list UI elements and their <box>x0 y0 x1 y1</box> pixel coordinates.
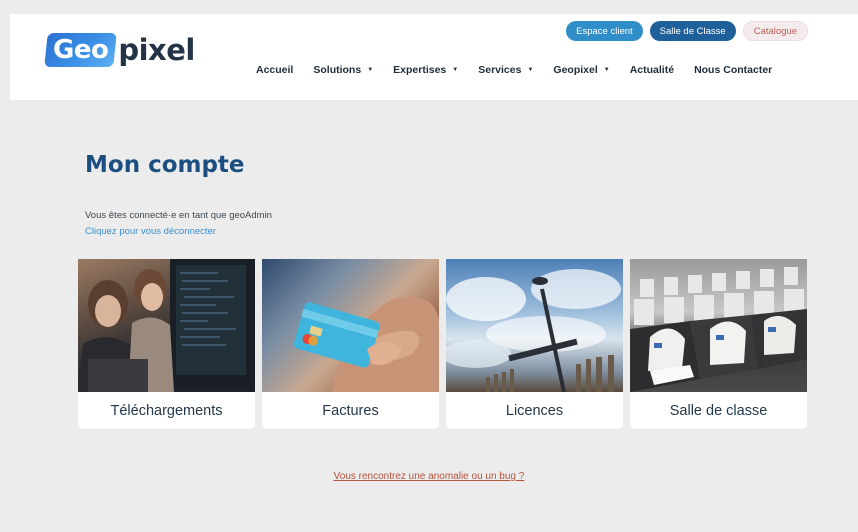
credit-card-photo <box>262 259 439 392</box>
card-factures[interactable]: Factures <box>262 259 439 429</box>
nav-item-actualite[interactable]: Actualité <box>630 64 674 76</box>
page-title: Mon compte <box>85 152 245 178</box>
nav-label: Expertises <box>393 64 447 76</box>
top-buttons: Espace client Salle de Classe Catalogue <box>566 21 808 41</box>
chevron-down-icon: ▼ <box>367 67 374 73</box>
sky-pole-photo <box>446 259 623 392</box>
nav-label: Actualité <box>629 64 675 76</box>
account-cards: Téléchargements Factures Licences Salle … <box>78 259 807 429</box>
card-label: Salle de classe <box>669 402 768 419</box>
logout-link[interactable]: Cliquez pour vous déconnecter <box>85 226 216 237</box>
nav-item-accueil[interactable]: Accueil <box>256 64 293 76</box>
logo-badge: Geo <box>44 33 118 67</box>
site-header: Geo pixel Espace client Salle de Classe … <box>10 14 858 100</box>
bug-report-area: Vous rencontrez une anomalie ou un bug ? <box>0 471 858 482</box>
classroom-photo <box>630 259 807 392</box>
nav-label: Accueil <box>256 64 294 76</box>
nav-label: Solutions <box>313 64 362 76</box>
main-nav: Accueil Solutions ▼ Expertises ▼ Services ▼… <box>256 64 772 76</box>
card-label: Téléchargements <box>110 402 223 419</box>
chevron-down-icon: ▼ <box>527 67 534 73</box>
card-label: Licences <box>505 402 564 419</box>
nav-item-geopixel[interactable]: Geopixel ▼ <box>553 64 609 76</box>
geopixel-logo[interactable]: Geo pixel <box>44 30 195 70</box>
logo-text-geo: Geo <box>53 35 109 65</box>
office-photo <box>78 259 255 392</box>
logo-text-pixel: pixel <box>118 33 195 67</box>
catalogue-button[interactable]: Catalogue <box>742 21 808 41</box>
chevron-down-icon: ▼ <box>603 67 610 73</box>
nav-item-solutions[interactable]: Solutions ▼ <box>313 64 373 76</box>
nav-item-nous-contacter[interactable]: Nous Contacter <box>694 64 772 76</box>
nav-item-services[interactable]: Services ▼ <box>478 64 533 76</box>
nav-label: Services <box>478 64 522 76</box>
chevron-down-icon: ▼ <box>452 67 459 73</box>
card-telechargements[interactable]: Téléchargements <box>78 259 255 429</box>
card-salle-de-classe[interactable]: Salle de classe <box>630 259 807 429</box>
espace-client-button[interactable]: Espace client <box>566 21 643 41</box>
connected-status-text: Vous êtes connecté·e en tant que geoAdmi… <box>85 210 272 221</box>
nav-item-expertises[interactable]: Expertises ▼ <box>393 64 458 76</box>
card-label: Factures <box>322 402 379 419</box>
salle-de-classe-button[interactable]: Salle de Classe <box>649 21 736 41</box>
card-licences[interactable]: Licences <box>446 259 623 429</box>
nav-label: Nous Contacter <box>694 64 773 76</box>
bug-report-link[interactable]: Vous rencontrez une anomalie ou un bug ? <box>334 471 525 482</box>
nav-label: Geopixel <box>553 64 598 76</box>
